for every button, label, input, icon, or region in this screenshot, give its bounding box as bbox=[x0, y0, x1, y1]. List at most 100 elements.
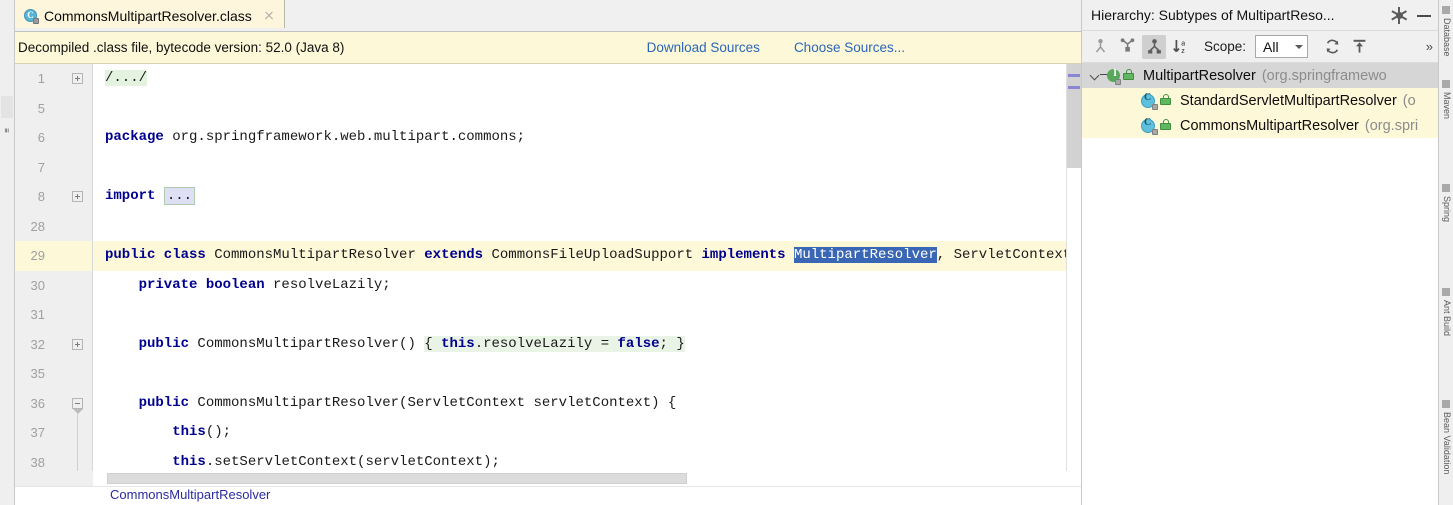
hierarchy-header-buttons bbox=[1391, 7, 1436, 23]
code-text: private boolean resolveLazily; bbox=[105, 271, 391, 301]
tree-node[interactable]: C StandardServletMultipartResolver (o bbox=[1082, 88, 1440, 113]
line-number: 7 bbox=[11, 153, 45, 183]
code-text: this(); bbox=[105, 418, 231, 448]
code-line[interactable]: package org.springframework.web.multipar… bbox=[93, 123, 1081, 153]
sort-alphabetically-icon[interactable]: a z bbox=[1169, 35, 1193, 59]
editor-area: ≡ C CommonsMultipartResolver.class Decom… bbox=[0, 0, 1081, 505]
tree-node-name: StandardServletMultipartResolver bbox=[1180, 93, 1397, 109]
subtypes-hierarchy-icon[interactable] bbox=[1142, 35, 1166, 59]
code-line[interactable]: private boolean resolveLazily; bbox=[93, 271, 1081, 301]
line-number: 29 bbox=[11, 241, 45, 271]
public-visibility-icon bbox=[1122, 68, 1137, 84]
scope-select[interactable]: All bbox=[1255, 35, 1308, 58]
scope-label: Scope: bbox=[1204, 39, 1246, 54]
code-line[interactable]: public class CommonsMultipartResolver ex… bbox=[93, 241, 1081, 271]
decompiled-notification-bar: Decompiled .class file, bytecode version… bbox=[0, 32, 1081, 64]
code-line[interactable] bbox=[93, 94, 1081, 124]
hierarchy-header: Hierarchy: Subtypes of MultipartReso... bbox=[1082, 0, 1440, 31]
close-icon[interactable] bbox=[262, 9, 276, 23]
tool-window-button-ant-build[interactable]: Ant Build bbox=[1440, 300, 1452, 336]
tool-window-button-maven[interactable]: Maven bbox=[1440, 92, 1452, 119]
lock-overlay-icon bbox=[1115, 79, 1121, 85]
fold-expand-icon[interactable] bbox=[72, 73, 83, 84]
code-text: public CommonsMultipartResolver(ServletC… bbox=[105, 389, 676, 419]
minimize-icon[interactable] bbox=[1416, 7, 1432, 23]
tool-window-button-database[interactable]: Database bbox=[1440, 18, 1452, 57]
code-token: (); bbox=[206, 424, 231, 440]
fold-expand-icon[interactable] bbox=[72, 339, 83, 350]
tool-window-icon-spring bbox=[1442, 184, 1450, 192]
choose-sources-link[interactable]: Choose Sources... bbox=[794, 40, 905, 55]
code-line[interactable]: this(); bbox=[93, 418, 1081, 448]
code-token: .setServletContext(servletContext); bbox=[206, 454, 500, 470]
code-line[interactable] bbox=[93, 153, 1081, 183]
scrollbar-thumb[interactable] bbox=[1067, 64, 1081, 168]
tree-node-name: CommonsMultipartResolver bbox=[1180, 118, 1359, 134]
ide-window: ≡ C CommonsMultipartResolver.class Decom… bbox=[0, 0, 1453, 505]
line-number: 32 bbox=[11, 330, 45, 360]
hierarchy-toolbar: a z Scope: All bbox=[1082, 31, 1440, 63]
fold-expand-icon[interactable] bbox=[72, 191, 83, 202]
code-line[interactable]: /.../ bbox=[93, 64, 1081, 94]
code-text: this.setServletContext(servletContext); bbox=[105, 448, 500, 472]
type-hierarchy-icon[interactable] bbox=[1088, 35, 1112, 59]
fold-collapse-icon[interactable] bbox=[72, 398, 83, 409]
line-number: 35 bbox=[11, 359, 45, 389]
editor-scrollbar[interactable] bbox=[1066, 64, 1081, 471]
code-line[interactable] bbox=[93, 359, 1081, 389]
code-line[interactable]: this.setServletContext(servletContext); bbox=[93, 448, 1081, 472]
code-line[interactable]: public CommonsMultipartResolver(ServletC… bbox=[93, 389, 1081, 419]
code-token: false bbox=[618, 336, 660, 352]
code-line[interactable] bbox=[93, 212, 1081, 242]
editor-tab[interactable]: C CommonsMultipartResolver.class bbox=[14, 0, 285, 31]
editor-body: 1567828293031323536373839404144 /.../pac… bbox=[0, 64, 1081, 471]
code-token: CommonsFileUploadSupport bbox=[491, 247, 701, 263]
code-token: this bbox=[105, 454, 206, 470]
line-number: 6 bbox=[11, 123, 45, 153]
code-token: .resolveLazily = bbox=[475, 336, 618, 352]
code-text: public class CommonsMultipartResolver ex… bbox=[105, 241, 1081, 271]
code-pane[interactable]: /.../ package org.springframework.web.mul… bbox=[93, 64, 1081, 471]
breadcrumb[interactable]: CommonsMultipartResolver bbox=[0, 486, 1081, 505]
tree-node[interactable]: IMultipartResolver(org.springframewo bbox=[1082, 63, 1440, 88]
right-tool-strip: Database Maven Spring Ant Build Bean Validat… bbox=[1438, 0, 1453, 505]
code-line[interactable] bbox=[93, 300, 1081, 330]
class-letter: C bbox=[1144, 92, 1151, 103]
lock-overlay-icon bbox=[33, 18, 39, 24]
editor-tab-bar: C CommonsMultipartResolver.class bbox=[0, 0, 1081, 32]
line-number: 1 bbox=[11, 64, 45, 94]
gear-icon[interactable] bbox=[1391, 7, 1407, 23]
tree-node[interactable]: CCommonsMultipartResolver(org.spri bbox=[1082, 113, 1440, 138]
breadcrumb-label[interactable]: CommonsMultipartResolver bbox=[110, 487, 270, 502]
code-text: public CommonsMultipartResolver() { this… bbox=[105, 330, 685, 360]
refresh-icon[interactable] bbox=[1320, 35, 1344, 59]
code-line[interactable]: import ... bbox=[93, 182, 1081, 212]
code-line[interactable]: public CommonsMultipartResolver() { this… bbox=[93, 330, 1081, 360]
left-strip-handle[interactable] bbox=[1, 96, 13, 118]
svg-text:a: a bbox=[1181, 40, 1185, 47]
tool-window-button-bean-validation[interactable]: Bean Validation bbox=[1440, 412, 1452, 474]
hierarchy-tool-window: Hierarchy: Subtypes of MultipartReso... bbox=[1081, 0, 1440, 505]
tool-window-icon-maven bbox=[1442, 80, 1450, 88]
scope-value: All bbox=[1263, 39, 1279, 55]
code-token: this bbox=[441, 336, 475, 352]
download-sources-link[interactable]: Download Sources bbox=[647, 40, 760, 55]
scroll-marker bbox=[1068, 86, 1080, 89]
code-text: /.../ bbox=[105, 64, 147, 94]
horizontal-scrollbar[interactable] bbox=[0, 471, 1081, 486]
class-icon: C bbox=[1140, 118, 1157, 134]
code-token: private boolean bbox=[105, 277, 273, 293]
java-class-file-icon: C bbox=[24, 9, 38, 23]
lock-body bbox=[1123, 73, 1134, 80]
lock-body bbox=[1160, 123, 1171, 130]
supertypes-hierarchy-icon[interactable] bbox=[1115, 35, 1139, 59]
folded-placeholder: ... bbox=[164, 187, 195, 205]
editor-tab-title: CommonsMultipartResolver.class bbox=[44, 8, 252, 24]
chevron-down-icon[interactable] bbox=[1087, 68, 1103, 84]
hscroll-thumb[interactable] bbox=[107, 473, 687, 484]
line-number: 30 bbox=[11, 271, 45, 301]
tree-node-package: (o bbox=[1403, 93, 1416, 109]
hierarchy-tree[interactable]: IMultipartResolver(org.springframewo C Sta… bbox=[1082, 63, 1440, 505]
export-to-textfile-icon[interactable] bbox=[1347, 35, 1371, 59]
tool-window-button-spring[interactable]: Spring bbox=[1440, 196, 1452, 222]
